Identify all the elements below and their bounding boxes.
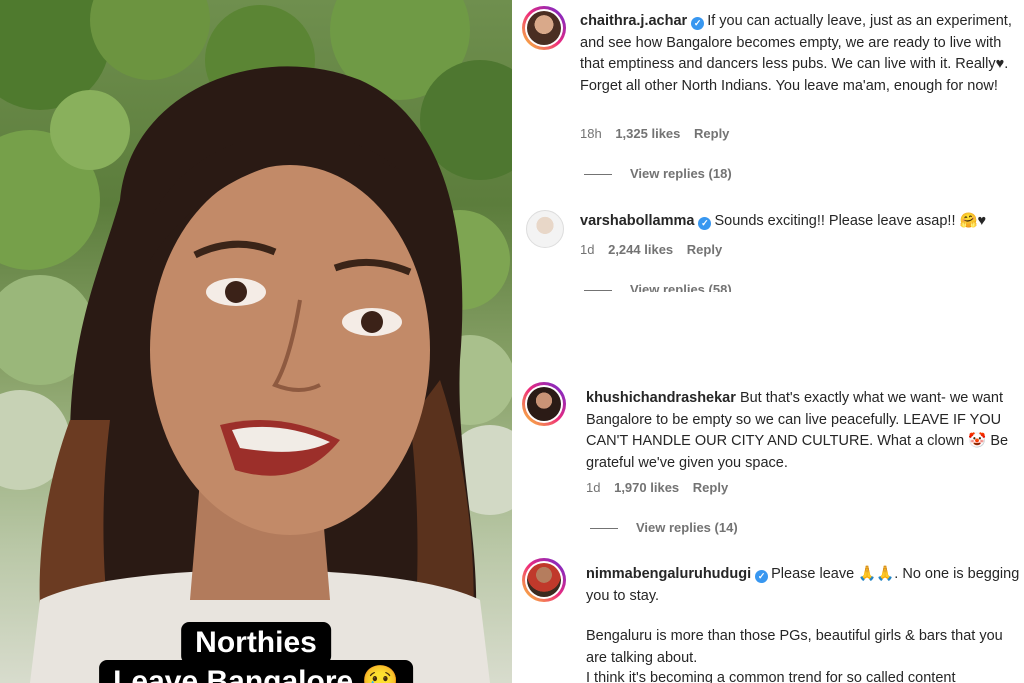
view-replies-button[interactable]: View replies (14) [590, 520, 738, 535]
comment-time: 1d [586, 480, 601, 495]
replies-line-icon [584, 290, 612, 292]
comment-body-paragraph: I think it's becoming a common trend for… [586, 670, 956, 683]
comment-card: chaithra.j.achar ✓ If you can actually lea… [518, 0, 1024, 190]
view-replies-label: View replies (18) [630, 166, 732, 181]
view-replies-button[interactable]: View replies (18) [584, 166, 732, 181]
comment-text: varshabollamma ✓ Sounds exciting!! Please … [580, 211, 1020, 233]
comment-text: khushichandrashekar But that's exactly w… [586, 388, 1022, 474]
view-replies-label: View replies (58) [630, 282, 732, 292]
comment-card: nimmabengaluruhudugi ✓ Please leave 🙏🙏. No… [518, 556, 1024, 683]
comments-panel: chaithra.j.achar ✓ If you can actually lea… [518, 0, 1024, 683]
comment-meta: 18h 1,325 likes Reply [580, 126, 739, 141]
comment-likes[interactable]: 1,325 likes [615, 126, 680, 141]
verified-badge-icon: ✓ [698, 217, 712, 230]
comment-body: Sounds exciting!! Please leave asap!! 🤗♥ [714, 213, 987, 229]
comment-likes[interactable]: 2,244 likes [608, 242, 673, 257]
reply-button[interactable]: Reply [693, 480, 728, 495]
video-caption-line2: Leave Bangalore 😢 [99, 660, 413, 683]
comment-meta: 1d 1,970 likes Reply [586, 480, 738, 495]
avatar[interactable] [522, 382, 566, 426]
comment-time: 1d [580, 242, 595, 257]
video-illustration [0, 0, 512, 683]
comment-text: chaithra.j.achar ✓ If you can actually lea… [580, 11, 1020, 97]
avatar[interactable] [522, 206, 566, 250]
verified-badge-icon: ✓ [691, 17, 705, 30]
replies-line-icon [590, 528, 618, 530]
comment-username[interactable]: khushichandrashekar [586, 390, 736, 406]
comment-username[interactable]: chaithra.j.achar [580, 13, 687, 29]
replies-line-icon [584, 174, 612, 176]
avatar[interactable] [522, 6, 566, 50]
comment-text: nimmabengaluruhudugi ✓ Please leave 🙏🙏. No… [586, 564, 1022, 607]
comment-username[interactable]: varshabollamma [580, 213, 694, 229]
comment-card: varshabollamma ✓ Sounds exciting!! Please … [518, 200, 1024, 292]
comment-likes[interactable]: 1,970 likes [614, 480, 679, 495]
verified-badge-icon: ✓ [755, 570, 769, 583]
avatar[interactable] [522, 558, 566, 602]
view-replies-button[interactable]: View replies (58) [584, 282, 732, 292]
comment-time: 18h [580, 126, 602, 141]
reply-button[interactable]: Reply [694, 126, 729, 141]
video-caption-line1: Northies [181, 622, 331, 664]
comment-username[interactable]: nimmabengaluruhudugi [586, 566, 751, 582]
comment-meta: 1d 2,244 likes Reply [580, 242, 732, 257]
comment-body-paragraph: Bengaluru is more than those PGs, beauti… [586, 628, 1003, 666]
view-replies-label: View replies (14) [636, 520, 738, 535]
reply-button[interactable]: Reply [687, 242, 722, 257]
comment-card: khushichandrashekar But that's exactly w… [518, 378, 1024, 548]
video-frame[interactable]: Northies Leave Bangalore 😢 [0, 0, 512, 683]
